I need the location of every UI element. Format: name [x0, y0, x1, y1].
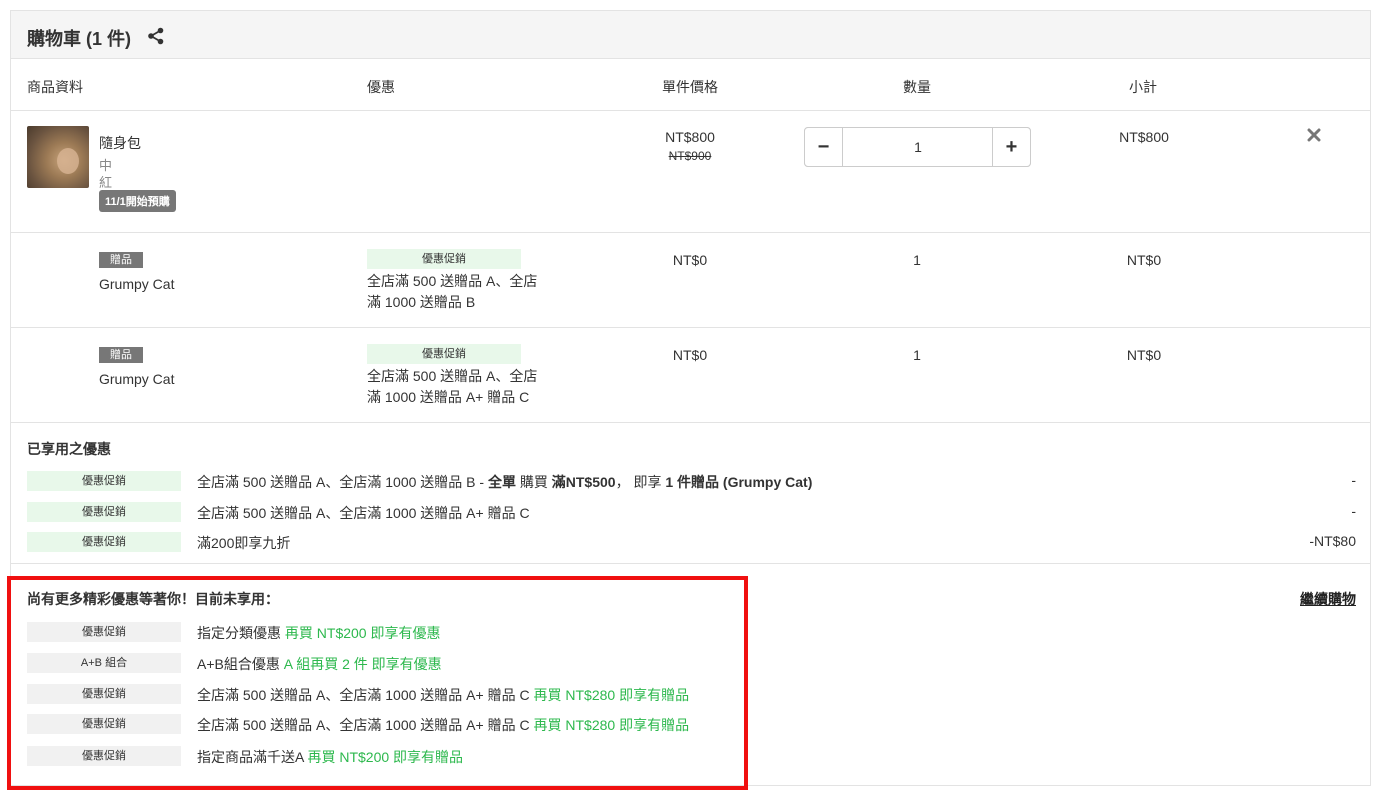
gift-name: Grumpy Cat	[99, 371, 175, 387]
divider	[11, 232, 1370, 233]
quantity-increase-button[interactable]: +	[992, 127, 1031, 167]
applied-promo-text: 滿200即享九折	[197, 535, 291, 551]
gift-quantity: 1	[913, 252, 921, 268]
promo-tag: 優惠促銷	[27, 471, 181, 491]
gift-price: NT$0	[672, 252, 708, 268]
header-quantity: 數量	[903, 79, 931, 95]
preorder-badge: 11/1開始預購	[99, 190, 176, 212]
gift-subtotal: NT$0	[1126, 252, 1162, 268]
divider	[11, 327, 1370, 328]
header-unit-price: 單件價格	[662, 79, 718, 95]
gift-name: Grumpy Cat	[99, 276, 175, 292]
divider	[11, 563, 1370, 564]
gift-price: NT$0	[672, 347, 708, 363]
item-price: NT$800	[665, 129, 715, 145]
item-original-price: NT$900	[668, 149, 712, 163]
applied-promotions-title: 已享用之優惠	[27, 441, 111, 457]
gift-tag: 贈品	[99, 252, 143, 268]
promo-desc-line1: 全店滿 500 送贈品 A、全店	[367, 368, 538, 384]
cart-title: 購物車 (1 件)	[27, 29, 132, 49]
quantity-decrease-button[interactable]: −	[804, 127, 843, 167]
product-color: 紅	[99, 175, 113, 190]
gift-tag: 贈品	[99, 347, 143, 363]
applied-promo-value: -	[1351, 503, 1356, 519]
promo-desc-line1: 全店滿 500 送贈品 A、全店	[367, 273, 538, 289]
promo-tag: 優惠促銷	[367, 249, 521, 269]
promo-tag: 優惠促銷	[27, 532, 181, 552]
quantity-stepper: − +	[804, 127, 1031, 167]
divider	[11, 422, 1370, 423]
applied-promo-text: 全店滿 500 送贈品 A、全店滿 1000 送贈品 B - 全單 購買 滿NT…	[197, 474, 813, 490]
item-subtotal: NT$800	[1119, 129, 1169, 145]
divider	[11, 110, 1370, 111]
applied-promo-text: 全店滿 500 送贈品 A、全店滿 1000 送贈品 A+ 贈品 C	[197, 505, 530, 521]
applied-promo-value: -NT$80	[1309, 533, 1356, 549]
promo-tag: 優惠促銷	[27, 502, 181, 522]
gift-subtotal: NT$0	[1126, 347, 1162, 363]
quantity-input[interactable]	[843, 128, 993, 166]
product-name[interactable]: 隨身包	[99, 133, 141, 153]
header-product: 商品資料	[27, 79, 83, 95]
promo-desc-line2: 滿 1000 送贈品 A+ 贈品 C	[367, 389, 530, 405]
header-promotion: 優惠	[367, 79, 395, 95]
cart-header: 購物車 (1 件)	[11, 11, 1370, 59]
close-icon[interactable]	[1307, 128, 1321, 142]
product-thumbnail[interactable]	[27, 126, 89, 188]
applied-promo-value: -	[1351, 472, 1356, 488]
highlight-box	[7, 576, 748, 790]
share-icon[interactable]	[147, 27, 165, 45]
header-subtotal: 小計	[1129, 79, 1157, 95]
continue-shopping-link[interactable]: 繼續購物	[1300, 589, 1356, 609]
promo-tag: 優惠促銷	[367, 344, 521, 364]
gift-quantity: 1	[913, 347, 921, 363]
promo-desc-line2: 滿 1000 送贈品 B	[367, 294, 476, 310]
